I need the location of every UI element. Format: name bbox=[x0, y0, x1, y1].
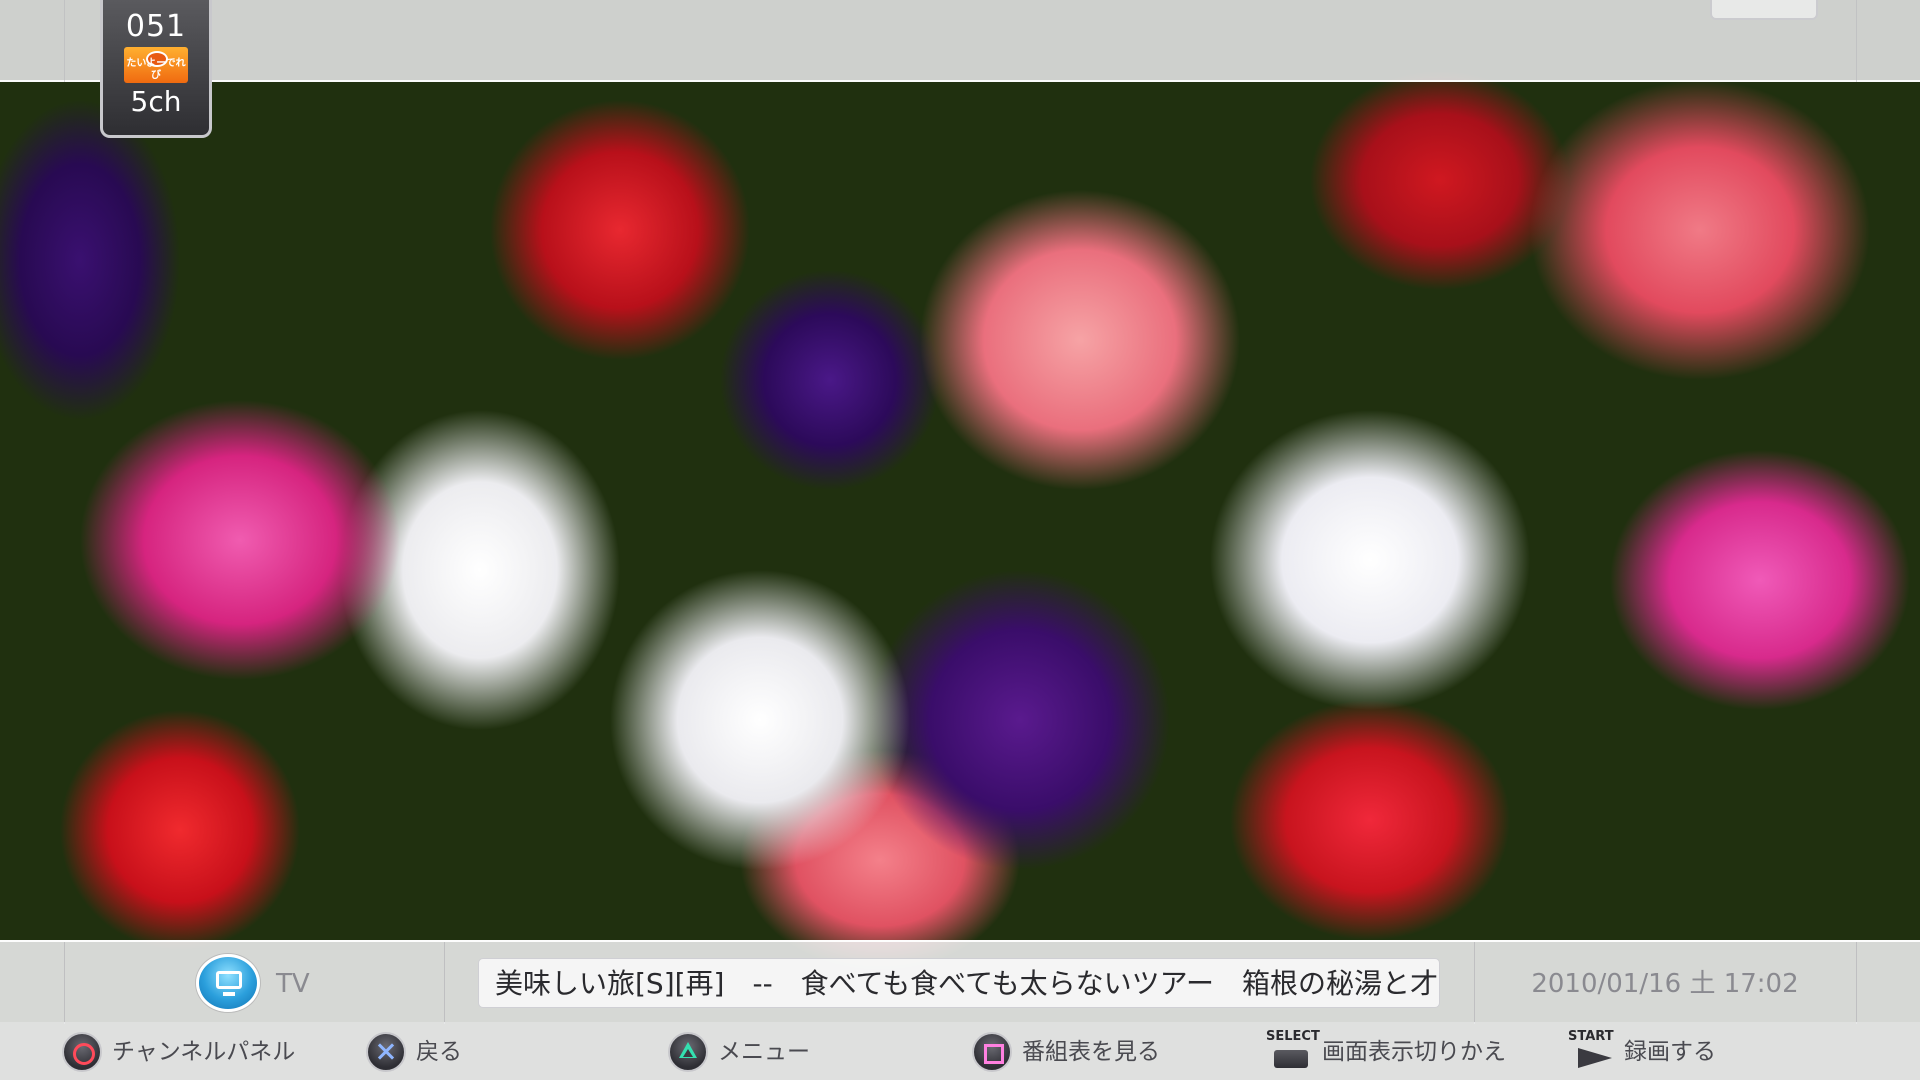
channel-panel-label: チャンネルパネル bbox=[112, 1039, 296, 1065]
top-bar-divider bbox=[64, 0, 65, 82]
controller-legend-bar: チャンネルパネル 戻る メニュー 番組表を見る SELECT 画面表示切りかえ … bbox=[0, 1022, 1920, 1080]
date-time: 2010/01/16 土 17:02 bbox=[1531, 969, 1799, 999]
channel-name: 5ch bbox=[130, 85, 182, 118]
top-bar bbox=[0, 0, 1920, 82]
select-key-text: SELECT bbox=[1266, 1029, 1320, 1044]
info-bar-divider bbox=[64, 942, 65, 1024]
triangle-button-icon bbox=[668, 1032, 708, 1072]
program-info-bar: TV 美味しい旅[S][再] -- 食べても食べても太らないツアー 箱根の秘湯と… bbox=[0, 940, 1920, 1024]
program-guide-label: 番組表を見る bbox=[1022, 1039, 1160, 1065]
info-bar-divider bbox=[1856, 942, 1857, 1024]
video-feed bbox=[0, 0, 1920, 1080]
program-guide-control[interactable]: 番組表を見る bbox=[972, 1032, 1160, 1072]
channel-panel-control[interactable]: チャンネルパネル bbox=[62, 1032, 296, 1072]
channel-badge: 051 たいよーでれび 5ch bbox=[100, 0, 212, 138]
sun-mascot-icon: たいよーでれび bbox=[124, 47, 188, 83]
display-toggle-label: 画面表示切りかえ bbox=[1322, 1039, 1506, 1065]
square-button-icon bbox=[972, 1032, 1012, 1072]
program-title: 美味しい旅[S][再] -- 食べても食べても太らないツアー 箱根の秘湯と才 bbox=[495, 967, 1438, 1000]
source-label: TV bbox=[276, 969, 310, 999]
record-label: 録画する bbox=[1624, 1039, 1716, 1065]
back-control[interactable]: 戻る bbox=[366, 1032, 462, 1072]
tv-monitor-icon[interactable] bbox=[196, 954, 260, 1012]
record-control[interactable]: START 録画する bbox=[1568, 1030, 1716, 1070]
top-right-tab bbox=[1710, 0, 1818, 20]
back-label: 戻る bbox=[416, 1039, 462, 1065]
channel-number: 051 bbox=[125, 9, 187, 44]
top-bar-divider bbox=[1856, 0, 1857, 82]
cross-button-icon bbox=[366, 1032, 406, 1072]
start-button-icon: START bbox=[1568, 1030, 1614, 1070]
start-key-text: START bbox=[1568, 1029, 1614, 1044]
program-title-box[interactable]: 美味しい旅[S][再] -- 食べても食べても太らないツアー 箱根の秘湯と才 bbox=[478, 958, 1440, 1008]
display-toggle-control[interactable]: SELECT 画面表示切りかえ bbox=[1266, 1030, 1506, 1070]
menu-control[interactable]: メニュー bbox=[668, 1032, 810, 1072]
circle-button-icon bbox=[62, 1032, 102, 1072]
menu-label: メニュー bbox=[718, 1039, 810, 1065]
channel-logo-text: たいよーでれび bbox=[126, 58, 186, 81]
info-bar-divider bbox=[444, 942, 445, 1024]
select-button-icon: SELECT bbox=[1266, 1030, 1320, 1070]
